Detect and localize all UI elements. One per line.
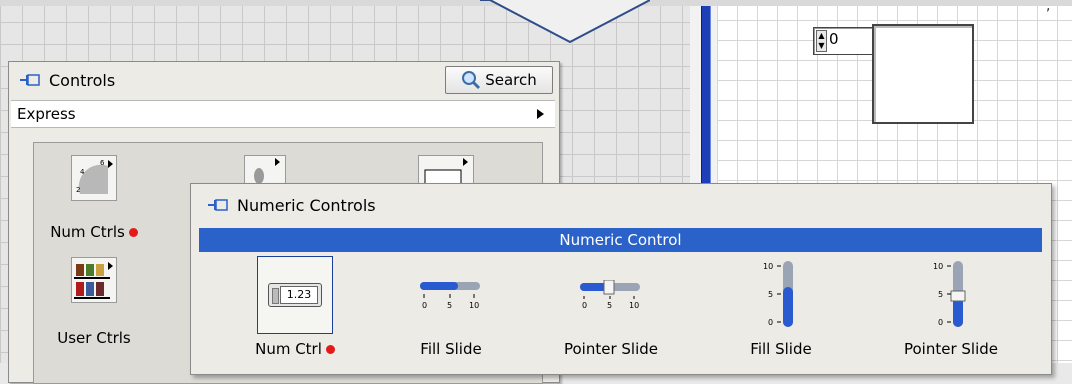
category-label: Express <box>17 105 76 123</box>
search-button[interactable]: Search <box>445 66 553 94</box>
numeric-control[interactable]: ▲ ▼ 0 <box>813 27 873 55</box>
numeric-control-icon: 1.23 <box>268 283 322 307</box>
palette-item-user-ctrls[interactable]: User Ctrls <box>44 257 144 347</box>
scale-tick: 0 <box>768 318 773 327</box>
new-indicator-icon <box>325 345 335 354</box>
vertical-fill-slide-icon: 10 5 0 <box>721 256 841 334</box>
new-indicator-icon <box>128 228 138 237</box>
palette-item-label: Pointer Slide <box>563 340 658 358</box>
category-bar[interactable]: Express <box>11 100 555 128</box>
spinner-icon[interactable]: ▲ ▼ <box>816 30 827 52</box>
pin-icon[interactable] <box>207 197 229 213</box>
horizontal-fill-slide-icon: 0 5 10 <box>391 256 511 334</box>
numeric-palette-title-bar: Numeric Controls <box>191 184 1051 226</box>
palette-item-label: Fill Slide <box>750 340 812 358</box>
scale-tick: 0 <box>422 301 427 310</box>
palette-item-fill-slide-horizontal[interactable]: 0 5 10 Fill Slide <box>391 256 511 358</box>
palette-item-label: Num Ctrl <box>255 340 322 358</box>
indicator-box[interactable] <box>872 24 974 124</box>
numeric-controls-palette: Numeric Controls Numeric Control 1.23 Nu… <box>190 183 1052 375</box>
books-icon <box>71 257 117 303</box>
svg-text:2: 2 <box>76 186 80 194</box>
horizontal-pointer-slide-icon: 0 5 10 <box>541 256 681 334</box>
palette-item-pointer-slide-vertical[interactable]: 10 5 0 Pointer Slide <box>881 256 1021 358</box>
palette-item-label: Num Ctrls <box>50 223 125 241</box>
palette-item-label: User Ctrls <box>57 329 131 347</box>
palette-item-label: Pointer Slide <box>903 340 998 358</box>
dial-icon: 2 4 6 <box>71 155 117 201</box>
scale-tick: 5 <box>938 290 943 299</box>
scale-tick: 5 <box>607 301 612 310</box>
svg-text:6: 6 <box>100 159 105 167</box>
palette-item-pointer-slide-horizontal[interactable]: 0 5 10 Pointer Slide <box>541 256 681 358</box>
numeric-value: 0 <box>829 30 839 48</box>
search-icon <box>462 71 481 90</box>
search-label: Search <box>485 71 537 89</box>
window-corner-mark: , <box>1046 0 1051 14</box>
palette-item-label: Fill Slide <box>420 340 482 358</box>
scale-tick: 0 <box>582 301 587 310</box>
svg-text:4: 4 <box>80 168 85 176</box>
scale-tick: 0 <box>938 318 943 327</box>
scale-tick: 5 <box>447 301 452 310</box>
selected-item-header: Numeric Control <box>199 228 1042 252</box>
controls-palette-title: Controls <box>49 70 116 90</box>
callout-arrow-icon <box>480 0 650 44</box>
vertical-pointer-slide-icon: 10 5 0 <box>881 256 1021 334</box>
numeric-palette-title: Numeric Controls <box>237 195 376 215</box>
palette-item-num-ctrl[interactable]: 1.23 Num Ctrl <box>235 256 355 358</box>
palette-item-num-ctrls[interactable]: 2 4 6 Num Ctrls <box>44 155 144 241</box>
scale-tick: 10 <box>933 262 943 271</box>
submenu-arrow-icon <box>537 109 544 119</box>
scale-tick: 10 <box>469 301 479 310</box>
scale-tick: 10 <box>763 262 773 271</box>
palette-item-fill-slide-vertical[interactable]: 10 5 0 Fill Slide <box>721 256 841 358</box>
scale-tick: 5 <box>768 290 773 299</box>
scale-tick: 10 <box>629 301 639 310</box>
selection-frame: 1.23 <box>257 256 333 334</box>
num-ctrl-value: 1.23 <box>280 286 318 304</box>
pin-icon[interactable] <box>19 72 41 88</box>
